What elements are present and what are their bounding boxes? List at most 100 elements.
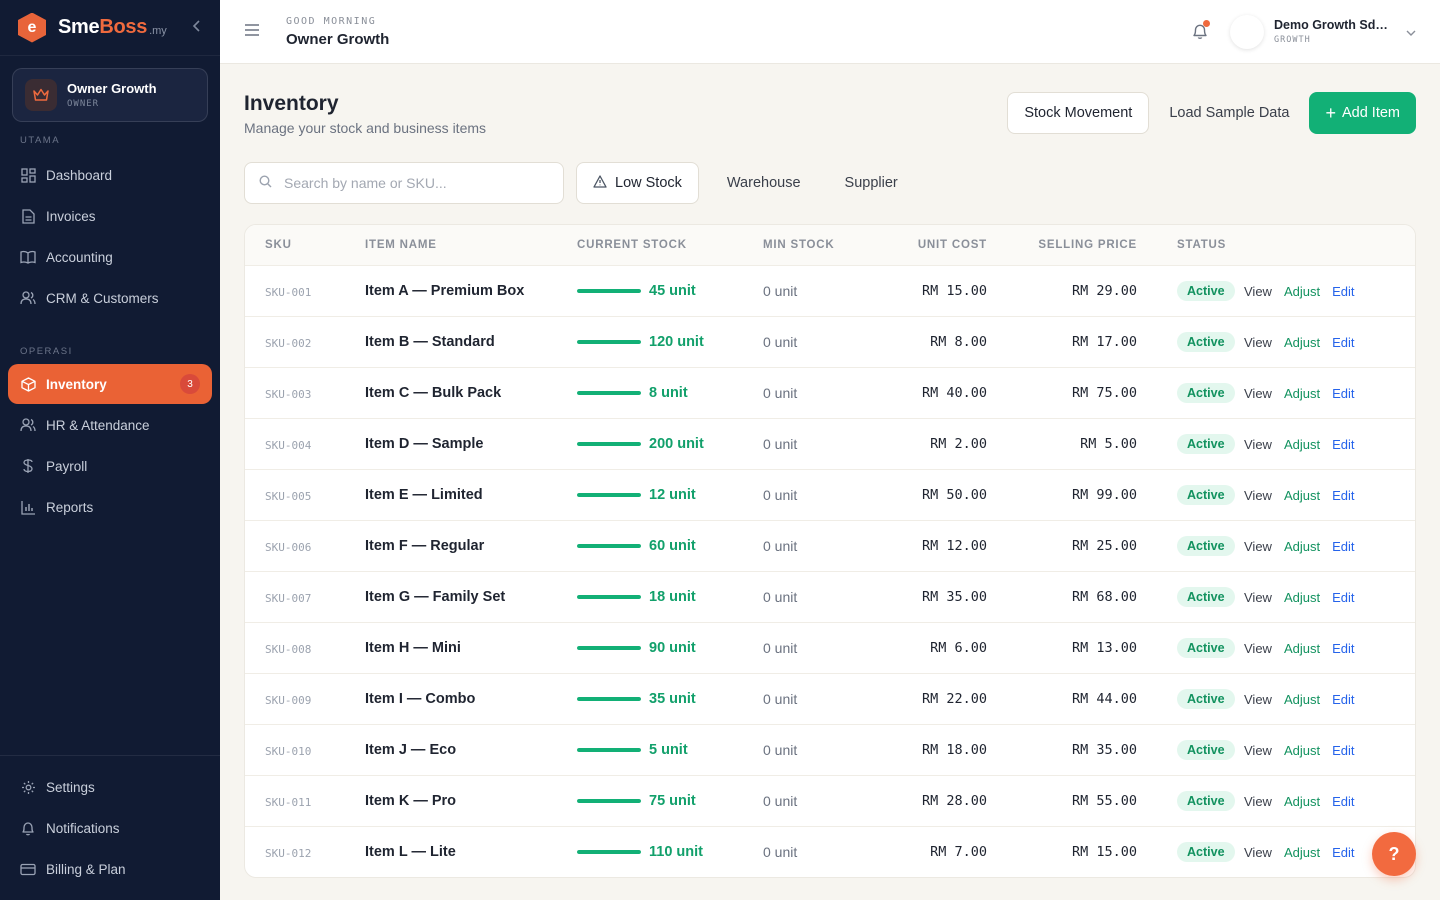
adjust-link[interactable]: Adjust <box>1284 590 1320 605</box>
edit-link[interactable]: Edit <box>1332 794 1354 809</box>
column-header-current-stock[interactable]: CURRENT STOCK <box>577 225 763 265</box>
actions-cell: View Adjust Edit <box>1244 571 1415 622</box>
table-row[interactable]: SKU-004 Item D — Sample 200 unit 0 unit RM 2… <box>245 418 1415 469</box>
column-header-selling-price[interactable]: SELLING PRICE <box>987 225 1137 265</box>
view-link[interactable]: View <box>1244 284 1272 299</box>
min-stock-text: 0 unit <box>763 333 798 350</box>
adjust-link[interactable]: Adjust <box>1284 743 1320 758</box>
table-row[interactable]: SKU-003 Item C — Bulk Pack 8 unit 0 unit RM … <box>245 367 1415 418</box>
actions-cell: View Adjust Edit <box>1244 673 1415 724</box>
sku-cell: SKU-002 <box>245 316 365 367</box>
view-link[interactable]: View <box>1244 641 1272 656</box>
sidebar-item-dashboard[interactable]: Dashboard <box>8 155 212 195</box>
edit-link[interactable]: Edit <box>1332 386 1354 401</box>
view-link[interactable]: View <box>1244 590 1272 605</box>
table-row[interactable]: SKU-006 Item F — Regular 60 unit 0 unit RM 1… <box>245 520 1415 571</box>
selling-price-cell: RM 13.00 <box>987 622 1137 673</box>
column-header-min-stock[interactable]: MIN STOCK <box>763 225 873 265</box>
edit-link[interactable]: Edit <box>1332 539 1354 554</box>
sidebar-item-billing[interactable]: Billing & Plan <box>8 849 212 889</box>
menu-icon[interactable] <box>244 21 262 42</box>
adjust-link[interactable]: Adjust <box>1284 641 1320 656</box>
greeting-name: Owner Growth <box>286 30 390 48</box>
adjust-link[interactable]: Adjust <box>1284 335 1320 350</box>
column-header-sku[interactable]: SKU <box>245 225 365 265</box>
sidebar-item-crm[interactable]: CRM & Customers <box>8 278 212 318</box>
edit-link[interactable]: Edit <box>1332 845 1354 860</box>
edit-link[interactable]: Edit <box>1332 641 1354 656</box>
view-link[interactable]: View <box>1244 845 1272 860</box>
warehouse-filter-button[interactable]: Warehouse <box>705 162 823 204</box>
sidebar-item-accounting[interactable]: Accounting <box>8 237 212 277</box>
view-link[interactable]: View <box>1244 335 1272 350</box>
company-plan: GROWTH <box>1274 35 1311 45</box>
view-link[interactable]: View <box>1244 794 1272 809</box>
table-row[interactable]: SKU-005 Item E — Limited 12 unit 0 unit RM 5… <box>245 469 1415 520</box>
table-row[interactable]: SKU-010 Item J — Eco 5 unit 0 unit RM 18.00 R… <box>245 724 1415 775</box>
view-link[interactable]: View <box>1244 539 1272 554</box>
edit-link[interactable]: Edit <box>1332 335 1354 350</box>
table-row[interactable]: SKU-007 Item G — Family Set 18 unit 0 unit R… <box>245 571 1415 622</box>
stock-value: 8 unit <box>649 384 688 401</box>
sku-text: SKU-001 <box>265 285 312 299</box>
stock-movement-button[interactable]: Stock Movement <box>1007 92 1150 134</box>
adjust-link[interactable]: Adjust <box>1284 437 1320 452</box>
column-header-status[interactable]: STATUS <box>1137 225 1244 265</box>
sidebar-item-hr[interactable]: HR & Attendance <box>8 405 212 445</box>
low-stock-filter-button[interactable]: Low Stock <box>576 162 699 204</box>
table-row[interactable]: SKU-009 Item I — Combo 35 unit 0 unit RM 22.… <box>245 673 1415 724</box>
stock-level-fill <box>577 645 641 650</box>
search-input[interactable] <box>284 175 544 191</box>
adjust-link[interactable]: Adjust <box>1284 284 1320 299</box>
brand-logo-icon[interactable]: e <box>18 12 46 43</box>
sidebar-item-inventory[interactable]: Inventory 3 <box>8 364 212 404</box>
edit-link[interactable]: Edit <box>1332 692 1354 707</box>
table-row[interactable]: SKU-001 Item A — Premium Box 45 unit 0 unit… <box>245 265 1415 316</box>
edit-link[interactable]: Edit <box>1332 590 1354 605</box>
load-sample-data-button[interactable]: Load Sample Data <box>1149 92 1309 134</box>
sidebar-item-payroll[interactable]: Payroll <box>8 446 212 486</box>
sidebar-item-settings[interactable]: Settings <box>8 767 212 807</box>
column-header-unit-cost[interactable]: UNIT COST <box>873 225 987 265</box>
edit-link[interactable]: Edit <box>1332 488 1354 503</box>
adjust-link[interactable]: Adjust <box>1284 692 1320 707</box>
table-row[interactable]: SKU-008 Item H — Mini 90 unit 0 unit RM 6.00… <box>245 622 1415 673</box>
view-link[interactable]: View <box>1244 692 1272 707</box>
user-card[interactable]: Owner Growth OWNER <box>12 68 208 122</box>
adjust-link[interactable]: Adjust <box>1284 845 1320 860</box>
edit-link[interactable]: Edit <box>1332 437 1354 452</box>
view-link[interactable]: View <box>1244 437 1272 452</box>
column-header-item-name[interactable]: ITEM NAME <box>365 225 577 265</box>
adjust-link[interactable]: Adjust <box>1284 539 1320 554</box>
add-item-button[interactable]: + Add Item <box>1309 92 1416 134</box>
adjust-link[interactable]: Adjust <box>1284 488 1320 503</box>
view-link[interactable]: View <box>1244 488 1272 503</box>
stock-cell: 35 unit <box>577 673 763 724</box>
stock-cell: 200 unit <box>577 418 763 469</box>
item-name-text: Item A — Premium Box <box>365 283 525 299</box>
selling-price-cell: RM 25.00 <box>987 520 1137 571</box>
adjust-link[interactable]: Adjust <box>1284 386 1320 401</box>
actions-cell: View Adjust Edit <box>1244 316 1415 367</box>
bell-icon <box>20 820 36 836</box>
table-row[interactable]: SKU-012 Item L — Lite 110 unit 0 unit RM 7.0… <box>245 826 1415 877</box>
notification-bell-icon[interactable] <box>1188 19 1212 44</box>
collapse-sidebar-icon[interactable] <box>192 19 202 37</box>
sidebar-item-reports[interactable]: Reports <box>8 487 212 527</box>
selling-price-cell: RM 99.00 <box>987 469 1137 520</box>
help-button[interactable]: ? <box>1372 832 1416 876</box>
supplier-filter-button[interactable]: Supplier <box>823 162 920 204</box>
sidebar-item-notifications[interactable]: Notifications <box>8 808 212 848</box>
sku-cell: SKU-001 <box>245 265 365 316</box>
edit-link[interactable]: Edit <box>1332 743 1354 758</box>
sidebar-item-invoices[interactable]: Invoices <box>8 196 212 236</box>
company-avatar[interactable] <box>1230 14 1264 49</box>
adjust-link[interactable]: Adjust <box>1284 794 1320 809</box>
edit-link[interactable]: Edit <box>1332 284 1354 299</box>
view-link[interactable]: View <box>1244 386 1272 401</box>
view-link[interactable]: View <box>1244 743 1272 758</box>
table-row[interactable]: SKU-002 Item B — Standard 120 unit 0 unit RM… <box>245 316 1415 367</box>
chevron-down-icon[interactable] <box>1406 25 1416 39</box>
table-row[interactable]: SKU-011 Item K — Pro 75 unit 0 unit RM 28.00… <box>245 775 1415 826</box>
company-switcher[interactable]: Demo Growth Sdn ... GROWTH <box>1274 18 1394 45</box>
